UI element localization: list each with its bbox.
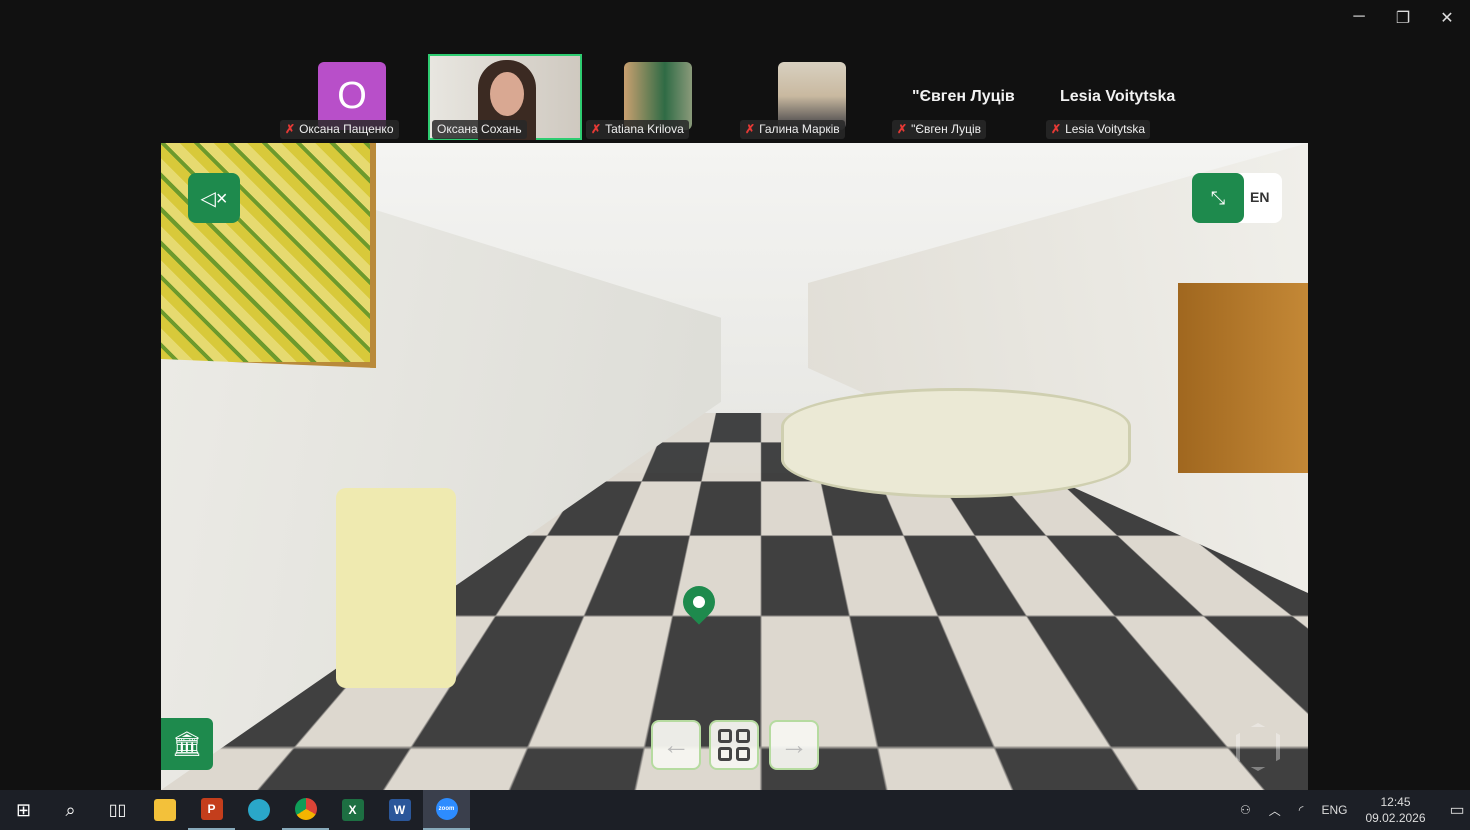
participant-name: ✗ Оксана Пащенко [280, 120, 399, 139]
participant-name: ✗ Lesia Voitytska [1046, 120, 1151, 139]
mic-muted-icon: ✗ [1051, 122, 1062, 136]
word-button[interactable]: W [376, 790, 423, 830]
scene-door [1178, 283, 1308, 473]
participant-name: ✗ Tatiana Krilova [586, 120, 689, 139]
start-button[interactable]: ⊞ [0, 790, 47, 830]
arrow-right-icon: → [780, 729, 808, 760]
participant-display-name[interactable]: "Євген Луців [912, 88, 1015, 106]
virtual-tour-viewer[interactable]: ◁× ⤡ EN 🏛 ← → [161, 143, 1308, 790]
powerpoint-icon: P [200, 798, 223, 820]
participant-name: Оксана Сохань [432, 120, 527, 139]
file-explorer-button[interactable] [141, 790, 188, 830]
word-icon: W [388, 799, 411, 821]
fullscreen-lang-group: ⤡ EN [1192, 173, 1282, 223]
language-button[interactable]: EN [1250, 189, 1269, 205]
input-language[interactable]: ENG [1321, 803, 1347, 817]
museum-building-icon: 🏛 [171, 730, 203, 758]
show-hidden-icons-chevron-icon[interactable]: ︿ [1269, 802, 1281, 819]
display-showcase [336, 488, 456, 688]
clock-date: 09.02.2026 [1365, 811, 1426, 825]
mute-button[interactable]: ◁× [188, 173, 240, 223]
mic-muted-icon: ✗ [897, 122, 908, 136]
mic-muted-icon: ✗ [745, 122, 756, 136]
gallery-grid-button[interactable] [709, 720, 759, 770]
wifi-icon[interactable]: ◜ [1299, 803, 1304, 817]
mic-muted-icon: ✗ [591, 122, 602, 136]
previous-button[interactable]: ← [651, 720, 701, 770]
display-table [781, 388, 1131, 498]
search-button[interactable]: ⌕ [47, 790, 94, 830]
exit-fullscreen-button[interactable]: ⤡ [1192, 173, 1244, 223]
speaker-muted-icon: ◁× [200, 187, 228, 210]
participant-name: ✗ "Євген Луців [892, 120, 986, 139]
close-button[interactable]: ✕ [1432, 8, 1462, 28]
task-view-icon: ▯▯ [108, 802, 127, 819]
participant-display-name[interactable]: Lesia Voitytska [1060, 88, 1175, 106]
arrow-left-icon: ← [662, 729, 690, 760]
excel-icon: X [341, 799, 364, 821]
task-view-button[interactable]: ▯▯ [94, 790, 141, 830]
clock-time: 12:45 [1380, 795, 1411, 809]
minimize-button[interactable]: ─ [1344, 8, 1374, 26]
zoom-button[interactable]: zoom [423, 790, 470, 830]
participant-name: ✗ Галина Марків [740, 120, 845, 139]
mic-muted-icon: ✗ [285, 122, 296, 136]
chrome-icon [294, 798, 317, 820]
edge-button[interactable] [235, 790, 282, 830]
folder-icon [153, 799, 176, 821]
edge-icon [247, 799, 270, 821]
grid-icon [718, 729, 750, 761]
zoom-icon: zoom [435, 798, 458, 820]
restore-button[interactable]: ❐ [1388, 8, 1418, 28]
video-face [490, 72, 524, 116]
chrome-button[interactable] [282, 790, 329, 830]
notifications-icon[interactable]: ▭ [1450, 800, 1465, 820]
windows-icon: ⊞ [15, 799, 32, 820]
excel-button[interactable]: X [329, 790, 376, 830]
search-icon: ⌕ [65, 799, 76, 820]
clock[interactable]: 12:45 09.02.2026 [1365, 794, 1425, 826]
next-button[interactable]: → [769, 720, 819, 770]
collapse-icon: ⤡ [1210, 187, 1226, 208]
people-icon[interactable]: ⚇ [1240, 803, 1251, 817]
museum-home-button[interactable]: 🏛 [161, 718, 213, 770]
taskbar: ⊞ ⌕ ▯▯ P X W zoom ⚇ ︿ ◜ ENG 12:45 09.02.2… [0, 790, 1470, 830]
powerpoint-button[interactable]: P [188, 790, 235, 830]
